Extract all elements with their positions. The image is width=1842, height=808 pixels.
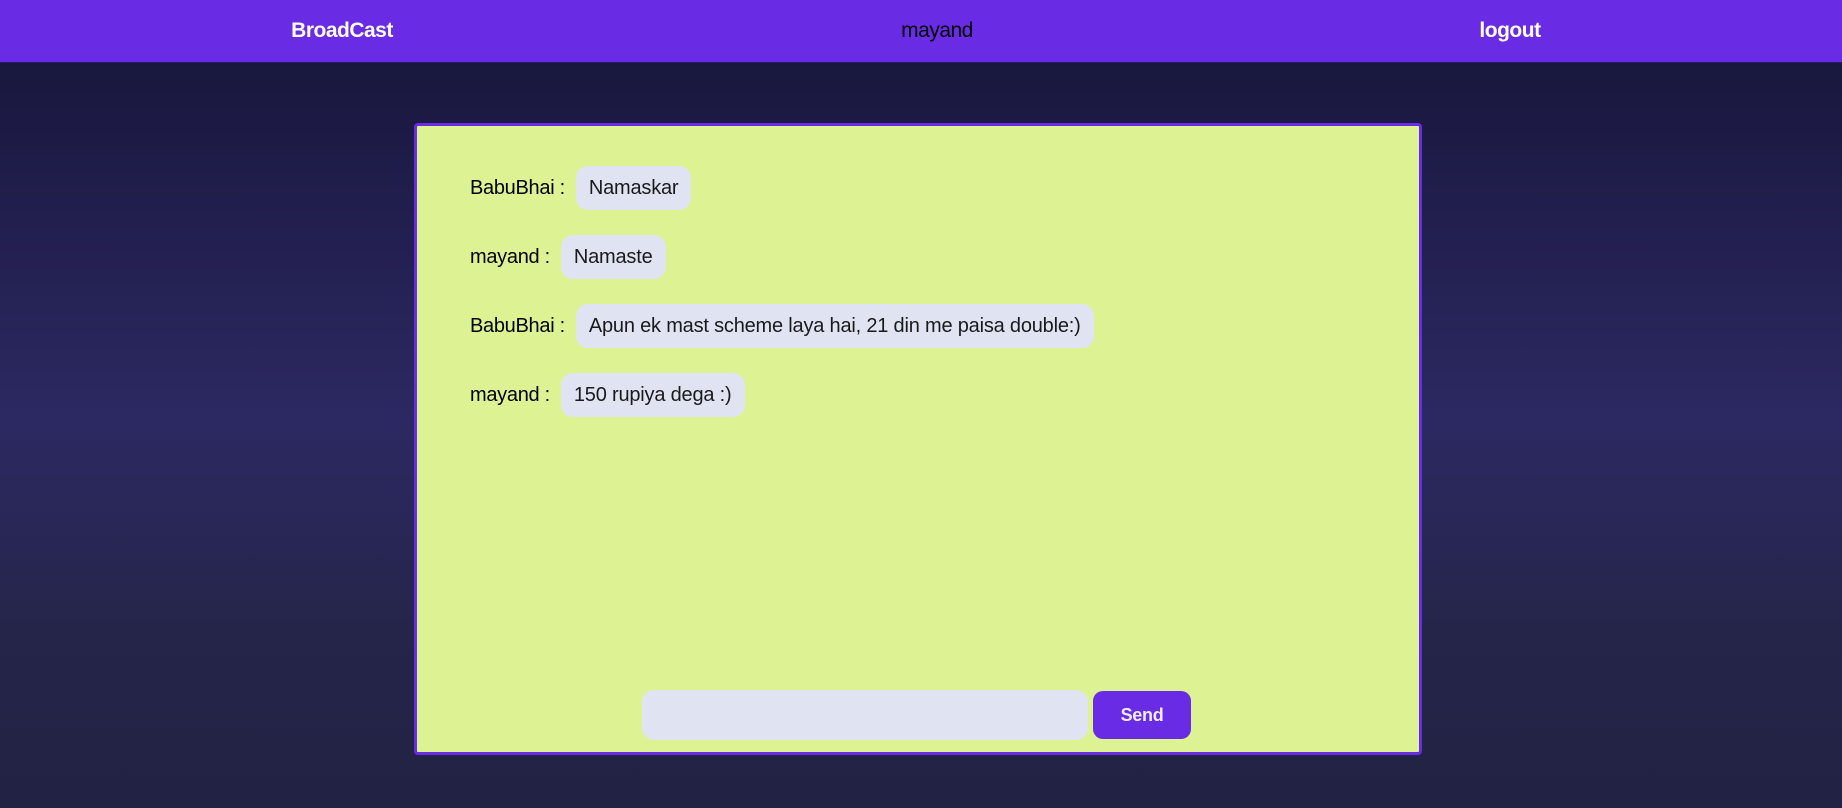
top-navbar: BroadCast mayand logout <box>0 0 1842 62</box>
send-button[interactable]: Send <box>1093 691 1191 739</box>
message-sender: BabuBhai : <box>470 176 565 199</box>
message-bubble: Apun ek mast scheme laya hai, 21 din me … <box>575 304 1094 348</box>
logout-link[interactable]: logout <box>1479 0 1541 62</box>
message-row: mayand : Namaste <box>470 235 1379 279</box>
message-bubble: Namaskar <box>575 166 692 210</box>
message-row: BabuBhai : Apun ek mast scheme laya hai,… <box>470 304 1379 348</box>
brand-link[interactable]: BroadCast <box>291 0 393 62</box>
current-username: mayand <box>901 19 973 42</box>
message-sender: mayand : <box>470 245 550 268</box>
chat-panel: BabuBhai : Namaskar mayand : Namaste Bab… <box>414 123 1422 755</box>
message-row: BabuBhai : Namaskar <box>470 166 1379 210</box>
message-list: BabuBhai : Namaskar mayand : Namaste Bab… <box>470 166 1379 442</box>
message-sender: BabuBhai : <box>470 314 565 337</box>
message-bubble: 150 rupiya dega :) <box>560 373 745 417</box>
message-bubble: Namaste <box>560 235 666 279</box>
message-sender: mayand : <box>470 383 550 406</box>
message-row: mayand : 150 rupiya dega :) <box>470 373 1379 417</box>
message-composer: Send <box>642 690 1191 740</box>
message-input[interactable] <box>642 690 1088 740</box>
